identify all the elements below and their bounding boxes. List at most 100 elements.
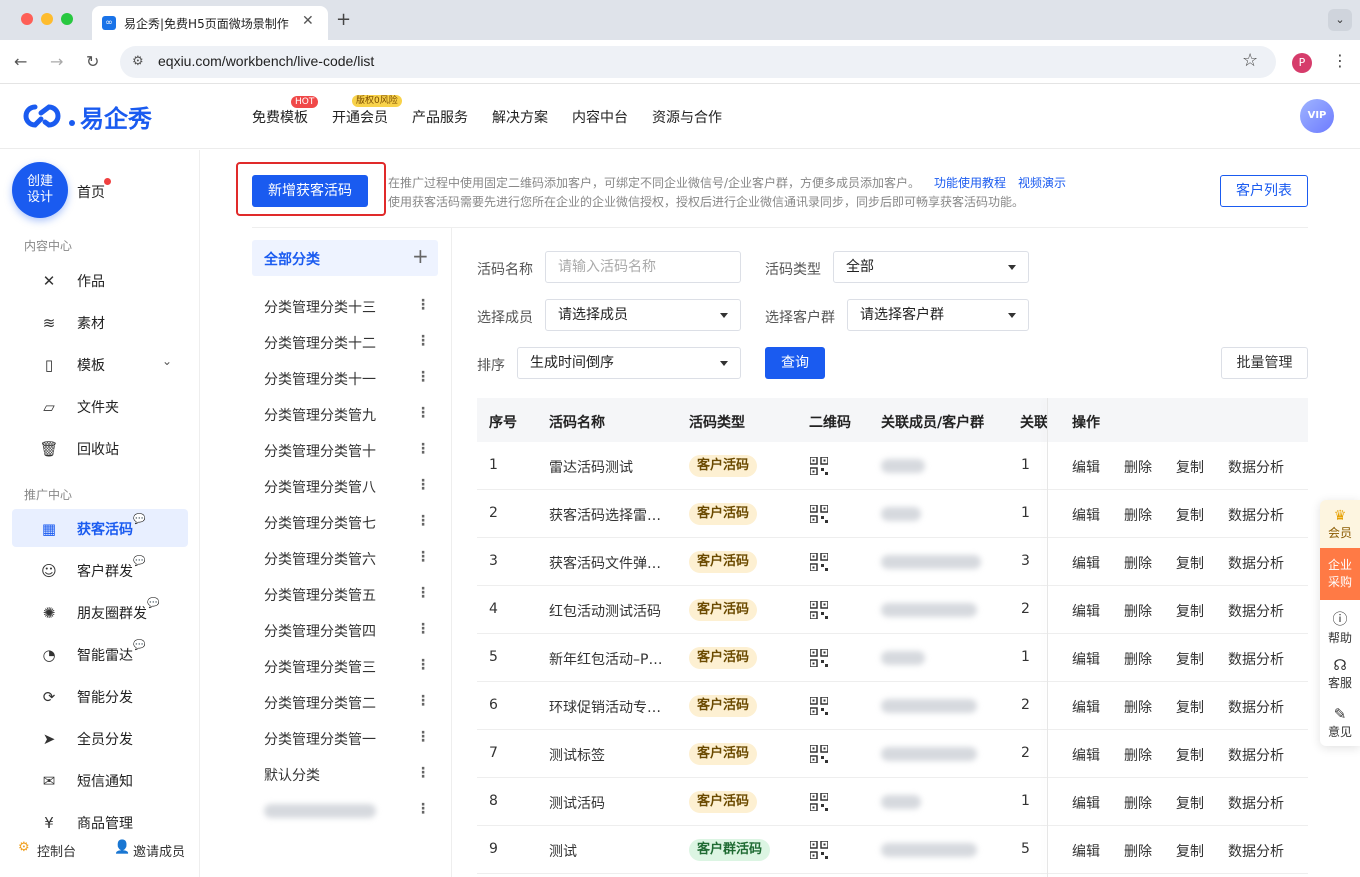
create-design-button[interactable]: 创建 设计 <box>12 162 68 218</box>
copy-link[interactable]: 复制 <box>1176 505 1204 525</box>
more-vertical-icon[interactable]: ⋮ <box>416 549 430 565</box>
sidebar-item-trash[interactable]: 🗑 回收站 <box>12 429 188 467</box>
browser-tab[interactable]: ∞ 易企秀|免费H5页面微场景制作 ✕ <box>92 6 328 40</box>
logo[interactable]: 易企秀 <box>22 99 152 133</box>
copy-link[interactable]: 复制 <box>1176 841 1204 861</box>
category-item[interactable]: 分类管理分类管四 <box>264 621 376 641</box>
nav-free-templates[interactable]: 免费模板 <box>252 107 308 127</box>
copy-link[interactable]: 复制 <box>1176 697 1204 717</box>
batch-manage-button[interactable]: 批量管理 <box>1221 347 1308 379</box>
tutorial-link[interactable]: 功能使用教程 <box>934 174 1006 191</box>
copy-link[interactable]: 复制 <box>1176 457 1204 477</box>
copy-link[interactable]: 复制 <box>1176 553 1204 573</box>
sidebar-item-templates[interactable]: ▯ 模板 ⌄ <box>12 345 188 383</box>
sidebar-item-smart-distribute[interactable]: ⟳ 智能分发 <box>12 677 188 715</box>
float-vip[interactable]: ♛ 会员 <box>1320 500 1360 548</box>
qrcode-icon[interactable] <box>809 600 829 620</box>
more-vertical-icon[interactable]: ⋮ <box>416 369 430 385</box>
close-window-button[interactable] <box>21 13 33 25</box>
add-live-code-button[interactable]: 新增获客活码 <box>252 175 368 207</box>
add-category-icon[interactable]: + <box>412 244 429 268</box>
site-info-icon[interactable]: ⚙ <box>132 54 144 69</box>
reload-button[interactable]: ↻ <box>86 52 99 71</box>
analytics-link[interactable]: 数据分析 <box>1228 793 1284 813</box>
edit-link[interactable]: 编辑 <box>1072 601 1100 621</box>
category-item[interactable]: 分类管理分类十一 <box>264 369 376 389</box>
edit-link[interactable]: 编辑 <box>1072 649 1100 669</box>
copy-link[interactable]: 复制 <box>1176 649 1204 669</box>
category-item[interactable]: 分类管理分类管五 <box>264 585 376 605</box>
code-type-select[interactable]: 全部 <box>833 251 1029 283</box>
edit-link[interactable]: 编辑 <box>1072 553 1100 573</box>
more-vertical-icon[interactable]: ⋮ <box>416 621 430 637</box>
customer-group-select[interactable]: 请选择客户群 <box>847 299 1029 331</box>
invite-member-link[interactable]: 邀请成员 <box>133 841 185 860</box>
nav-products[interactable]: 产品服务 <box>412 107 468 127</box>
more-vertical-icon[interactable]: ⋮ <box>416 441 430 457</box>
video-demo-link[interactable]: 视频演示 <box>1018 174 1066 191</box>
sidebar-item-works[interactable]: ✕ 作品 <box>12 261 188 299</box>
nav-resources[interactable]: 资源与合作 <box>652 107 722 127</box>
tab-search-button[interactable]: ⌄ <box>1328 9 1352 31</box>
browser-menu-icon[interactable]: ⋮ <box>1332 51 1348 70</box>
analytics-link[interactable]: 数据分析 <box>1228 697 1284 717</box>
copy-link[interactable]: 复制 <box>1176 601 1204 621</box>
category-item[interactable]: 分类管理分类十三 <box>264 297 376 317</box>
sidebar-item-sms[interactable]: ✉ 短信通知 <box>12 761 188 799</box>
category-item[interactable]: 分类管理分类管八 <box>264 477 376 497</box>
zoom-window-button[interactable] <box>61 13 73 25</box>
delete-link[interactable]: 删除 <box>1124 793 1152 813</box>
qrcode-icon[interactable] <box>809 744 829 764</box>
qrcode-icon[interactable] <box>809 696 829 716</box>
profile-avatar[interactable]: P <box>1292 53 1312 73</box>
float-enterprise-purchase[interactable]: 企业 采购 <box>1320 548 1360 600</box>
analytics-link[interactable]: 数据分析 <box>1228 553 1284 573</box>
delete-link[interactable]: 删除 <box>1124 745 1152 765</box>
edit-link[interactable]: 编辑 <box>1072 841 1100 861</box>
back-button[interactable]: ← <box>14 52 27 71</box>
qrcode-icon[interactable] <box>809 552 829 572</box>
sidebar-item-radar[interactable]: ◔ 智能雷达 💬 <box>12 635 188 673</box>
sidebar-item-home[interactable]: 首页 <box>77 182 105 202</box>
category-item-redacted[interactable] <box>264 804 376 818</box>
delete-link[interactable]: 删除 <box>1124 553 1152 573</box>
sidebar-item-products[interactable]: ¥ 商品管理 <box>12 803 188 841</box>
qrcode-icon[interactable] <box>809 840 829 860</box>
customer-list-button[interactable]: 客户列表 <box>1220 175 1308 207</box>
query-button[interactable]: 查询 <box>765 347 825 379</box>
category-item[interactable]: 分类管理分类管十 <box>264 441 376 461</box>
edit-link[interactable]: 编辑 <box>1072 505 1100 525</box>
url-field[interactable]: ⚙ eqxiu.com/workbench/live-code/list ☆ <box>120 46 1276 78</box>
member-select[interactable]: 请选择成员 <box>545 299 741 331</box>
nav-membership[interactable]: 开通会员 <box>332 107 388 127</box>
sort-select[interactable]: 生成时间倒序 <box>517 347 741 379</box>
analytics-link[interactable]: 数据分析 <box>1228 649 1284 669</box>
sidebar-item-customer-broadcast[interactable]: ☺ 客户群发 💬 <box>12 551 188 589</box>
qrcode-icon[interactable] <box>809 792 829 812</box>
edit-link[interactable]: 编辑 <box>1072 745 1100 765</box>
float-help[interactable]: ⓘ 帮助 <box>1320 608 1360 646</box>
category-all[interactable]: 全部分类 + <box>252 240 438 276</box>
category-item[interactable]: 分类管理分类管六 <box>264 549 376 569</box>
delete-link[interactable]: 删除 <box>1124 649 1152 669</box>
category-item[interactable]: 默认分类 <box>264 765 320 785</box>
bookmark-star-icon[interactable]: ☆ <box>1242 50 1258 71</box>
sidebar-item-all-staff[interactable]: ➤ 全员分发 <box>12 719 188 757</box>
qrcode-icon[interactable] <box>809 648 829 668</box>
category-item[interactable]: 分类管理分类管九 <box>264 405 376 425</box>
more-vertical-icon[interactable]: ⋮ <box>416 477 430 493</box>
minimize-window-button[interactable] <box>41 13 53 25</box>
more-vertical-icon[interactable]: ⋮ <box>416 513 430 529</box>
analytics-link[interactable]: 数据分析 <box>1228 745 1284 765</box>
category-item[interactable]: 分类管理分类管七 <box>264 513 376 533</box>
float-service[interactable]: ☊ 客服 <box>1320 656 1360 691</box>
nav-solutions[interactable]: 解决方案 <box>492 107 548 127</box>
sidebar-item-moments-broadcast[interactable]: ✺ 朋友圈群发 💬 <box>12 593 188 631</box>
delete-link[interactable]: 删除 <box>1124 841 1152 861</box>
analytics-link[interactable]: 数据分析 <box>1228 505 1284 525</box>
nav-content-platform[interactable]: 内容中台 <box>572 107 628 127</box>
edit-link[interactable]: 编辑 <box>1072 457 1100 477</box>
category-item[interactable]: 分类管理分类管二 <box>264 693 376 713</box>
copy-link[interactable]: 复制 <box>1176 793 1204 813</box>
qrcode-icon[interactable] <box>809 504 829 524</box>
